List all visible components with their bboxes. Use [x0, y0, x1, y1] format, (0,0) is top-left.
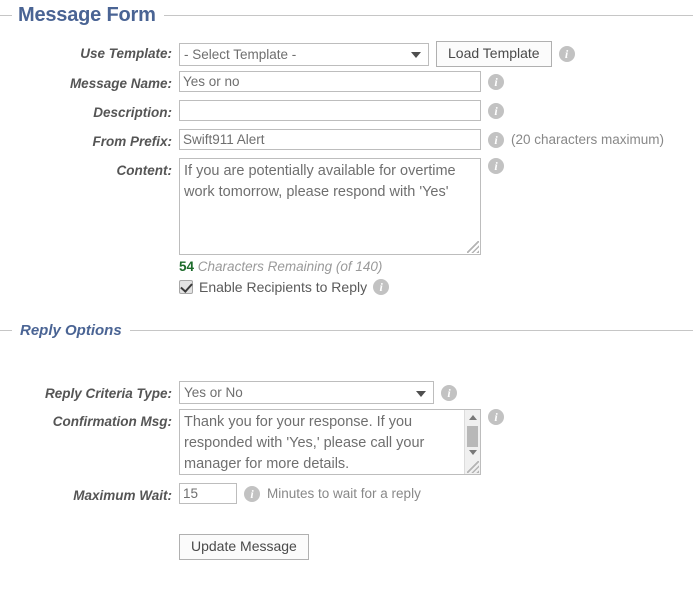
enable-reply-checkbox[interactable]: [179, 280, 193, 294]
from-prefix-label: From Prefix:: [92, 134, 172, 149]
info-icon-message-name[interactable]: i: [488, 73, 504, 90]
info-icon-confirmation-msg[interactable]: i: [488, 409, 504, 425]
description-label: Description:: [93, 105, 172, 120]
message-name-label-cell: Message Name:: [0, 71, 179, 96]
reply-criteria-select[interactable]: Yes or No: [179, 381, 434, 404]
legend-rule-left-2: [0, 330, 12, 331]
info-icon-reply-criteria[interactable]: i: [441, 384, 457, 401]
confirmation-msg-control-cell: Thank you for your response. If you resp…: [179, 409, 504, 475]
row-confirmation-msg: Confirmation Msg: Thank you for your res…: [0, 409, 504, 475]
row-use-template: Use Template: - Select Template - Load T…: [0, 41, 664, 67]
message-name-control-cell: i: [179, 71, 664, 96]
use-template-select[interactable]: - Select Template -: [179, 42, 429, 66]
content-control-cell: If you are potentially available for ove…: [179, 158, 664, 295]
confirmation-msg-textarea[interactable]: Thank you for your response. If you resp…: [180, 410, 466, 474]
content-textarea-box[interactable]: If you are potentially available for ove…: [179, 158, 481, 255]
use-template-label: Use Template:: [80, 46, 172, 61]
row-message-name: Message Name: i: [0, 71, 664, 96]
from-prefix-controls: i (20 characters maximum): [179, 129, 664, 150]
reply-criteria-select-wrap: Yes or No: [179, 381, 434, 404]
info-icon-content[interactable]: i: [488, 158, 504, 174]
reply-options-title: Reply Options: [20, 322, 122, 339]
use-template-control-cell: - Select Template - Load Template i: [179, 41, 664, 67]
from-prefix-input[interactable]: [179, 129, 481, 150]
message-name-label: Message Name:: [69, 76, 172, 91]
info-icon-from-prefix[interactable]: i: [488, 131, 504, 148]
message-form-legend: Message Form: [0, 4, 693, 27]
maximum-wait-input[interactable]: [179, 483, 237, 504]
description-label-cell: Description:: [0, 100, 179, 125]
reply-options-fields: Reply Criteria Type: Yes or No i Confirm: [0, 381, 504, 508]
legend-rule-right: [163, 15, 693, 16]
row-maximum-wait: Maximum Wait: i Minutes to wait for a re…: [0, 483, 504, 508]
use-template-controls: - Select Template - Load Template i: [179, 41, 664, 67]
message-form-section: Message Form Use Template: - Select Temp…: [0, 0, 693, 295]
legend-rule-left: [0, 15, 12, 16]
confirmation-msg-label-cell: Confirmation Msg:: [0, 409, 179, 475]
resize-grip-icon[interactable]: [467, 241, 479, 253]
description-controls: i: [179, 100, 664, 121]
content-controls: If you are potentially available for ove…: [179, 158, 664, 255]
confirmation-msg-label: Confirmation Msg:: [52, 414, 172, 429]
form-actions: Update Message: [0, 534, 693, 560]
characters-remaining-count: 54: [179, 259, 195, 274]
maximum-wait-label-cell: Maximum Wait:: [0, 483, 179, 508]
from-prefix-hint: (20 characters maximum): [511, 132, 665, 147]
load-template-button[interactable]: Load Template: [436, 41, 552, 67]
message-name-controls: i: [179, 71, 664, 92]
check-icon: [180, 280, 193, 293]
from-prefix-label-cell: From Prefix:: [0, 129, 179, 154]
description-control-cell: i: [179, 100, 664, 125]
row-content: Content: If you are potentially availabl…: [0, 158, 664, 295]
page-title: Message Form: [18, 4, 156, 26]
reply-criteria-controls: Yes or No i: [179, 381, 504, 404]
reply-criteria-label-cell: Reply Criteria Type:: [0, 381, 179, 406]
maximum-wait-control-cell: i Minutes to wait for a reply: [179, 483, 504, 508]
row-from-prefix: From Prefix: i (20 characters maximum): [0, 129, 664, 154]
scroll-up-icon[interactable]: [465, 410, 480, 425]
info-icon-description[interactable]: i: [488, 102, 504, 119]
reply-options-legend: Reply Options: [0, 322, 693, 339]
description-input[interactable]: [179, 100, 481, 121]
characters-remaining: 54 Characters Remaining (of 140): [179, 259, 664, 274]
confirmation-msg-textarea-box[interactable]: Thank you for your response. If you resp…: [179, 409, 481, 475]
resize-grip-icon-2[interactable]: [467, 461, 479, 473]
maximum-wait-hint: Minutes to wait for a reply: [267, 486, 421, 501]
reply-criteria-label: Reply Criteria Type:: [44, 386, 172, 401]
info-icon-enable-reply[interactable]: i: [373, 279, 390, 295]
maximum-wait-label: Maximum Wait:: [73, 488, 172, 503]
use-template-label-cell: Use Template:: [0, 41, 179, 67]
legend-rule-right-2: [129, 330, 693, 331]
content-label-cell: Content:: [0, 158, 179, 295]
row-reply-criteria-type: Reply Criteria Type: Yes or No i: [0, 381, 504, 406]
content-textarea[interactable]: If you are potentially available for ove…: [180, 159, 480, 254]
update-message-button[interactable]: Update Message: [179, 534, 309, 560]
scrollbar-thumb[interactable]: [467, 426, 478, 447]
maximum-wait-controls: i Minutes to wait for a reply: [179, 483, 504, 504]
confirmation-msg-controls: Thank you for your response. If you resp…: [179, 409, 504, 475]
enable-reply-row: Enable Recipients to Reply i: [179, 279, 664, 295]
reply-options-section: Reply Options Reply Criteria Type: Yes o…: [0, 322, 693, 560]
message-form-fields: Use Template: - Select Template - Load T…: [0, 41, 664, 295]
row-description: Description: i: [0, 100, 664, 125]
content-label: Content:: [116, 163, 172, 178]
scroll-down-icon[interactable]: [465, 445, 480, 460]
spacer: [0, 475, 504, 483]
characters-remaining-text: Characters Remaining (of 140): [197, 259, 383, 274]
from-prefix-control-cell: i (20 characters maximum): [179, 129, 664, 154]
info-icon-use-template[interactable]: i: [558, 46, 575, 62]
enable-reply-label: Enable Recipients to Reply: [199, 279, 368, 295]
reply-criteria-control-cell: Yes or No i: [179, 381, 504, 406]
message-name-input[interactable]: [179, 71, 481, 92]
info-icon-maximum-wait[interactable]: i: [244, 485, 260, 502]
use-template-select-wrap: - Select Template -: [179, 42, 429, 66]
